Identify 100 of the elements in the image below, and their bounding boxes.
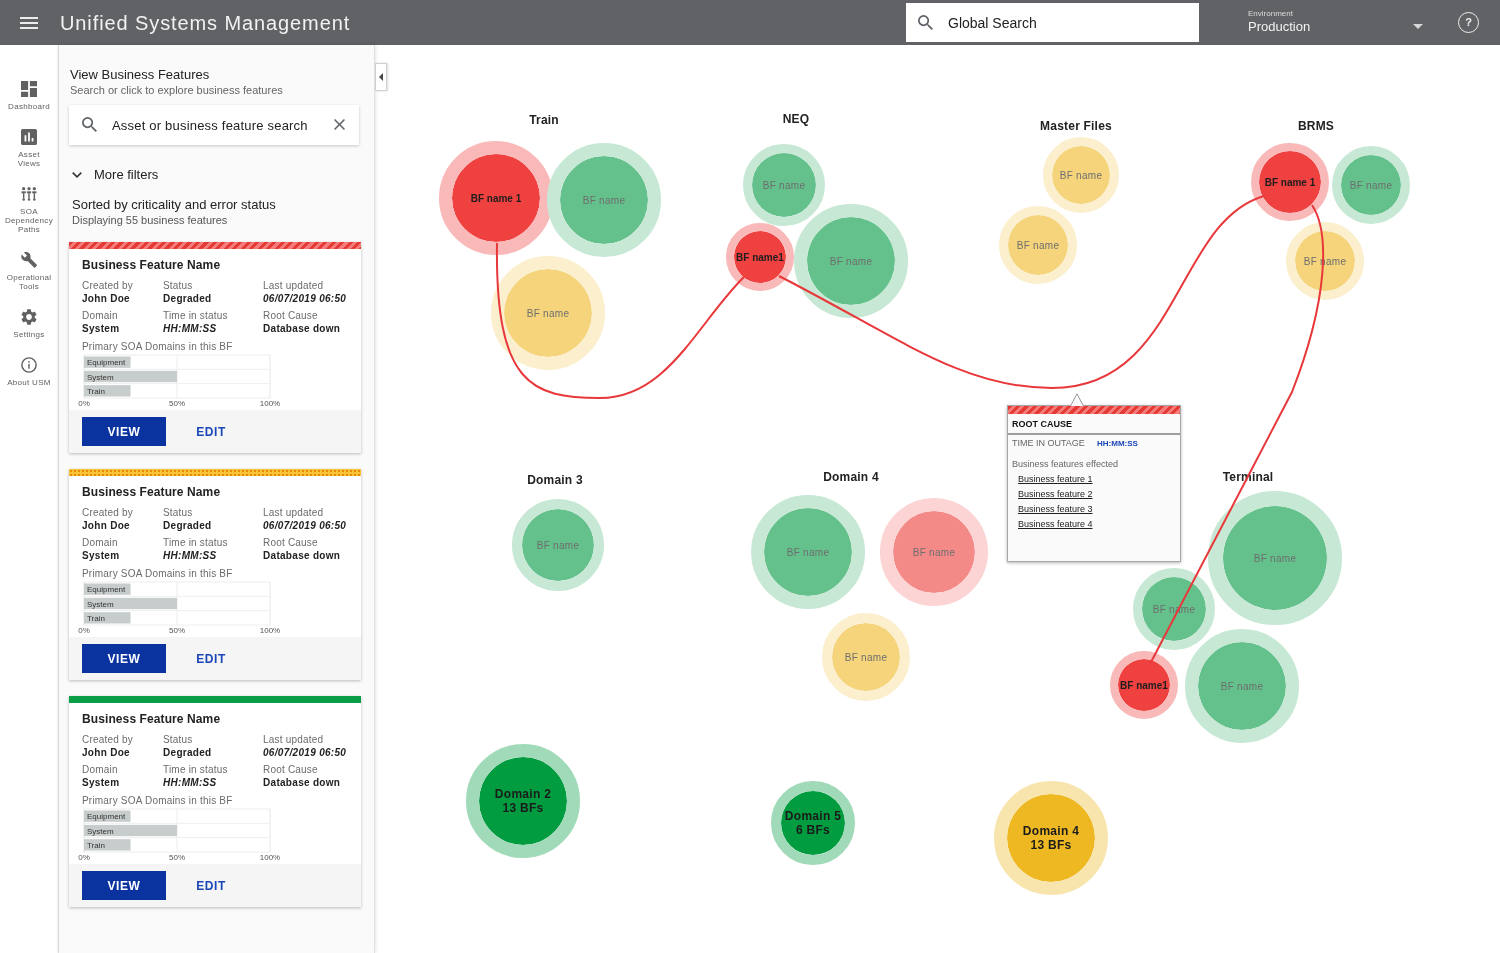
chart-title: Primary SOA Domains in this BF (82, 568, 234, 580)
field-value: Database down (263, 322, 341, 335)
feature-link[interactable]: Business feature 3 (1018, 504, 1093, 515)
field-value: John Doe (82, 519, 130, 532)
view-button[interactable]: VIEW (82, 417, 166, 446)
wrench-icon (21, 252, 37, 268)
field-value: 06/07/2019 06:50 (263, 519, 347, 532)
field-label: Time in status (163, 310, 228, 322)
nav-item[interactable]: Operational Tools (1, 252, 57, 291)
field-label: Domain (82, 764, 118, 776)
search-icon (82, 117, 97, 132)
edit-button[interactable]: EDIT (169, 871, 253, 900)
domain-bubble[interactable]: Domain 4 13 BFs (994, 781, 1108, 895)
field-value: Degraded (163, 292, 212, 305)
axis-tick-label: 0% (78, 626, 90, 635)
feature-link[interactable]: Business feature 4 (1018, 519, 1093, 530)
axis-tick-label: 0% (78, 399, 90, 408)
y-tick-label: Equipment (87, 358, 127, 368)
y-tick-label: System (87, 599, 115, 609)
asset-search-field[interactable]: Asset or business feature search (69, 105, 359, 145)
nav-item[interactable]: Dashboard (1, 81, 57, 111)
feature-bubble[interactable]: BF name (1043, 137, 1119, 213)
settings-icon (21, 309, 37, 325)
domain-name: Domain 4 (1022, 824, 1080, 838)
edit-button[interactable]: EDIT (169, 644, 253, 673)
view-button[interactable]: VIEW (82, 644, 166, 673)
feature-bubble[interactable]: BF name1 (1110, 651, 1178, 719)
chart-title: Primary SOA Domains in this BF (82, 795, 234, 807)
feature-bubble[interactable]: BF name1 (726, 223, 794, 291)
field-label: Domain (82, 310, 118, 322)
y-tick-label: Train (87, 840, 105, 850)
info-icon (21, 357, 37, 373)
nav-item[interactable]: About USM (1, 357, 57, 387)
feature-bubble[interactable]: BF name (1208, 491, 1342, 625)
chart-bar: Train (84, 839, 131, 851)
y-tick-label: Train (87, 613, 105, 623)
feature-link[interactable]: Business feature 1 (1018, 474, 1093, 485)
field-label: Root Cause (263, 764, 318, 776)
field-value: Database down (263, 549, 341, 562)
edit-button[interactable]: EDIT (169, 417, 253, 446)
nav-item[interactable]: Settings (1, 309, 57, 339)
field-value: Degraded (163, 519, 212, 532)
environment-dropdown[interactable]: Production (1248, 18, 1425, 35)
field-label: Created by (82, 507, 133, 519)
dashboard-icon (21, 81, 37, 97)
more-filters-toggle[interactable]: More filters (72, 167, 159, 183)
field-label: Status (163, 507, 193, 519)
chart-bar: Train (84, 385, 131, 397)
field-label: Time in status (163, 537, 228, 549)
field-label: Domain (82, 537, 118, 549)
nav-item[interactable]: SOA Dependency Paths (1, 186, 57, 234)
field-label: Time in status (163, 764, 228, 776)
domain-bubble[interactable]: Domain 5 6 BFs (771, 781, 855, 865)
feature-link[interactable]: Business feature 2 (1018, 489, 1093, 500)
global-search-field[interactable]: Global Search (906, 3, 1199, 42)
feature-bubble[interactable]: BF name (547, 143, 661, 257)
field-value: 06/07/2019 06:50 (263, 746, 347, 759)
group-title: Domain 3 (527, 473, 583, 487)
feature-bubble[interactable]: BF name (999, 206, 1077, 284)
y-tick-label: System (87, 372, 115, 382)
collapse-panel-button[interactable] (375, 63, 387, 91)
result-count: Displaying 55 business features (72, 213, 229, 227)
group-title: BRMS (1297, 119, 1335, 133)
feature-bubble[interactable]: BF name 1 (1251, 143, 1329, 221)
nodes-icon (21, 186, 37, 202)
field-value: System (82, 322, 120, 335)
feature-bubble[interactable]: BF name (743, 144, 825, 226)
axis-tick-label: 100% (259, 399, 281, 408)
view-button[interactable]: VIEW (82, 871, 166, 900)
feature-bubble[interactable]: BF name (512, 499, 604, 591)
feature-bubble[interactable]: BF name (1332, 146, 1410, 224)
feature-bubble[interactable]: BF name (1185, 629, 1299, 743)
field-value: System (82, 776, 120, 789)
nav-item[interactable]: Asset Views (1, 129, 57, 168)
feature-bubble[interactable]: BF name 1 (439, 141, 553, 255)
domain-name: Domain 2 (494, 787, 552, 801)
card-title: Business Feature Name (82, 711, 222, 727)
field-value: HH:MM:SS (163, 322, 217, 335)
feature-bubble[interactable]: BF name (491, 256, 605, 370)
field-label: Root Cause (263, 537, 318, 549)
field-label: Created by (82, 734, 133, 746)
affected-label: Business features effected (1011, 459, 1119, 470)
field-label: Status (163, 280, 193, 292)
feature-bubble[interactable]: BF name (822, 613, 910, 701)
feature-bubble[interactable]: BF name (751, 495, 865, 609)
axis-tick-label: 50% (169, 853, 185, 862)
field-label: Created by (82, 280, 133, 292)
close-icon[interactable] (334, 119, 345, 130)
bf-count: 13 BFs (1030, 838, 1072, 852)
group-title: Domain 4 (823, 470, 879, 484)
environment-label: Environment (1248, 8, 1293, 19)
domain-bubble[interactable]: Domain 2 13 BFs (466, 744, 580, 858)
feature-bubble[interactable]: BF name (794, 204, 908, 318)
menu-icon[interactable] (20, 16, 38, 29)
y-tick-label: Equipment (87, 812, 127, 822)
field-value: Database down (263, 776, 341, 789)
outage-time: HH:MM:SS (1097, 438, 1138, 449)
group-title: NEQ (782, 112, 810, 126)
axis-tick-label: 100% (259, 853, 281, 862)
card-title: Business Feature Name (82, 484, 222, 500)
